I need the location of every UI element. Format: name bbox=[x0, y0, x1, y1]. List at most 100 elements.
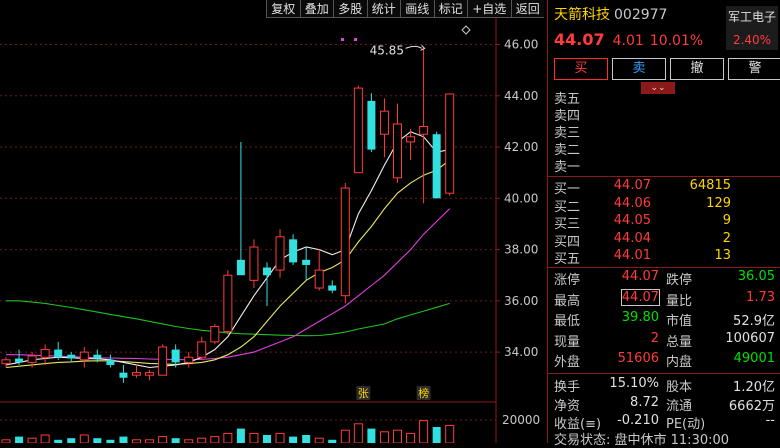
tb-add-watchlist-button[interactable]: +自选 bbox=[467, 0, 511, 18]
chevron-down-icon[interactable]: ⌄⌄ bbox=[641, 82, 675, 94]
stat-label: 总量 bbox=[666, 334, 693, 350]
volume-bar bbox=[15, 436, 24, 443]
candle-body bbox=[263, 267, 271, 276]
trade-buttons: 买 卖 撤 警 bbox=[554, 58, 780, 80]
candle-body bbox=[302, 259, 311, 265]
bid-row: 买一 44.07 64815 bbox=[554, 178, 731, 197]
candle-body bbox=[340, 187, 350, 297]
bid-row: 买二 44.06 129 bbox=[554, 196, 731, 215]
y-tick-label: 42.00 bbox=[504, 140, 538, 154]
stock-code: 002977 bbox=[614, 7, 668, 23]
stock-name: 天箭科技 bbox=[554, 7, 610, 23]
current-price: 44.07 bbox=[554, 30, 605, 49]
stat-value: 36.05 bbox=[737, 269, 775, 284]
volume-bar bbox=[302, 435, 311, 443]
tb-restore-rights-button[interactable]: 复权 bbox=[266, 0, 300, 18]
stat-label: 最高 bbox=[554, 293, 581, 309]
stat-value: 6662万 bbox=[728, 398, 775, 414]
candle-body bbox=[210, 325, 220, 343]
candle-body bbox=[40, 349, 50, 358]
stat-value: 15.10% bbox=[609, 376, 659, 391]
stat-value: 39.80 bbox=[621, 310, 659, 325]
volume-bar bbox=[249, 432, 259, 443]
candle-body bbox=[93, 354, 102, 359]
volume-bar bbox=[445, 424, 455, 443]
buy-button[interactable]: 买 bbox=[554, 58, 608, 80]
stat-value: 44.07 bbox=[621, 269, 659, 284]
candle-body bbox=[145, 372, 155, 376]
marker-limit-up: 张 bbox=[358, 387, 369, 400]
alert-button[interactable]: 警 bbox=[728, 58, 780, 80]
diamond-icon bbox=[461, 25, 471, 35]
stat-label: 市值 bbox=[666, 314, 693, 329]
candle-body bbox=[67, 354, 76, 359]
volume-bar bbox=[419, 420, 429, 443]
sector-name: 军工电子 bbox=[727, 10, 776, 24]
candle-body bbox=[1, 359, 11, 365]
volume-bar bbox=[40, 434, 50, 443]
volume-bar bbox=[27, 437, 37, 443]
volume-bar bbox=[406, 432, 416, 443]
candle-body bbox=[432, 134, 441, 199]
quote-panel: 天箭科技 002977 44.07 4.01 10.01% 军工电子 2.40% 买 … bbox=[547, 0, 780, 448]
candle-body bbox=[223, 274, 233, 333]
volume-tick-label: 20000 bbox=[502, 413, 540, 427]
candle-body bbox=[419, 126, 429, 135]
candle-body bbox=[393, 123, 402, 179]
stat-value: 2 bbox=[650, 330, 659, 346]
signal-dot bbox=[354, 38, 357, 41]
tb-statistics-button[interactable]: 统计 bbox=[366, 0, 400, 18]
candle-body bbox=[236, 259, 245, 276]
candle-body bbox=[119, 372, 128, 378]
candle-body bbox=[79, 351, 89, 361]
sector-badge[interactable]: 军工电子 2.40% bbox=[726, 6, 778, 50]
stat-label: 量比 bbox=[666, 293, 693, 309]
candle-body bbox=[184, 356, 194, 363]
volume-bar bbox=[314, 437, 324, 443]
marker-list: 榜 bbox=[418, 386, 429, 400]
stat-value: 52.9亿 bbox=[733, 314, 775, 329]
kline-chart[interactable]: 46.00 44.00 42.00 40.00 38.00 36.00 34.00 20000… bbox=[0, 0, 547, 443]
candle-body bbox=[379, 110, 389, 135]
stat-value: 1.20亿 bbox=[733, 380, 775, 395]
divider bbox=[548, 176, 780, 177]
tb-draw-line-button[interactable]: 画线 bbox=[400, 0, 434, 18]
volume-bar bbox=[393, 429, 402, 443]
cancel-order-button[interactable]: 撤 bbox=[670, 58, 724, 80]
candle-body bbox=[249, 246, 259, 281]
volume-bar bbox=[223, 432, 233, 443]
trade-status: 交易状态: 盘中休市 11:30:00 bbox=[554, 433, 730, 448]
volume-bar bbox=[289, 436, 298, 443]
stat-label: 涨停 bbox=[554, 273, 581, 288]
volume-bar bbox=[158, 436, 168, 443]
stat-label: 换手 bbox=[554, 380, 581, 395]
y-tick-label: 44.00 bbox=[504, 89, 538, 103]
volume-bar bbox=[119, 436, 128, 443]
tb-back-button[interactable]: 返回 bbox=[510, 0, 545, 18]
tb-overlay-button[interactable]: 叠加 bbox=[299, 0, 333, 18]
volume-bar bbox=[275, 432, 285, 443]
tb-mark-button[interactable]: 标记 bbox=[433, 0, 467, 18]
candle-body bbox=[353, 87, 363, 174]
bid-row: 买五 44.01 13 bbox=[554, 248, 731, 267]
stat-label: 现量 bbox=[554, 334, 581, 350]
volume-bar bbox=[263, 435, 271, 443]
peak-label: 45.85 bbox=[370, 43, 404, 57]
candle-body bbox=[158, 346, 168, 376]
stat-label: 净资 bbox=[554, 398, 581, 414]
tb-multi-stock-button[interactable]: 多股 bbox=[333, 0, 367, 18]
bid-row: 买四 44.04 2 bbox=[554, 231, 731, 250]
y-tick-label: 40.00 bbox=[504, 191, 538, 205]
stat-label: 流通 bbox=[666, 398, 693, 414]
candle-body bbox=[106, 359, 115, 365]
stat-label: 最低 bbox=[554, 314, 581, 329]
candle-body bbox=[328, 285, 337, 291]
sell-button[interactable]: 卖 bbox=[612, 58, 666, 80]
price-change: 4.01 bbox=[612, 33, 644, 49]
stock-header: 天箭科技 002977 bbox=[554, 4, 667, 24]
volume-bar bbox=[197, 437, 207, 443]
volume-bar bbox=[353, 423, 363, 443]
candle-body bbox=[54, 349, 63, 358]
stat-value: 51606 bbox=[617, 351, 659, 366]
candle-body bbox=[367, 100, 376, 150]
